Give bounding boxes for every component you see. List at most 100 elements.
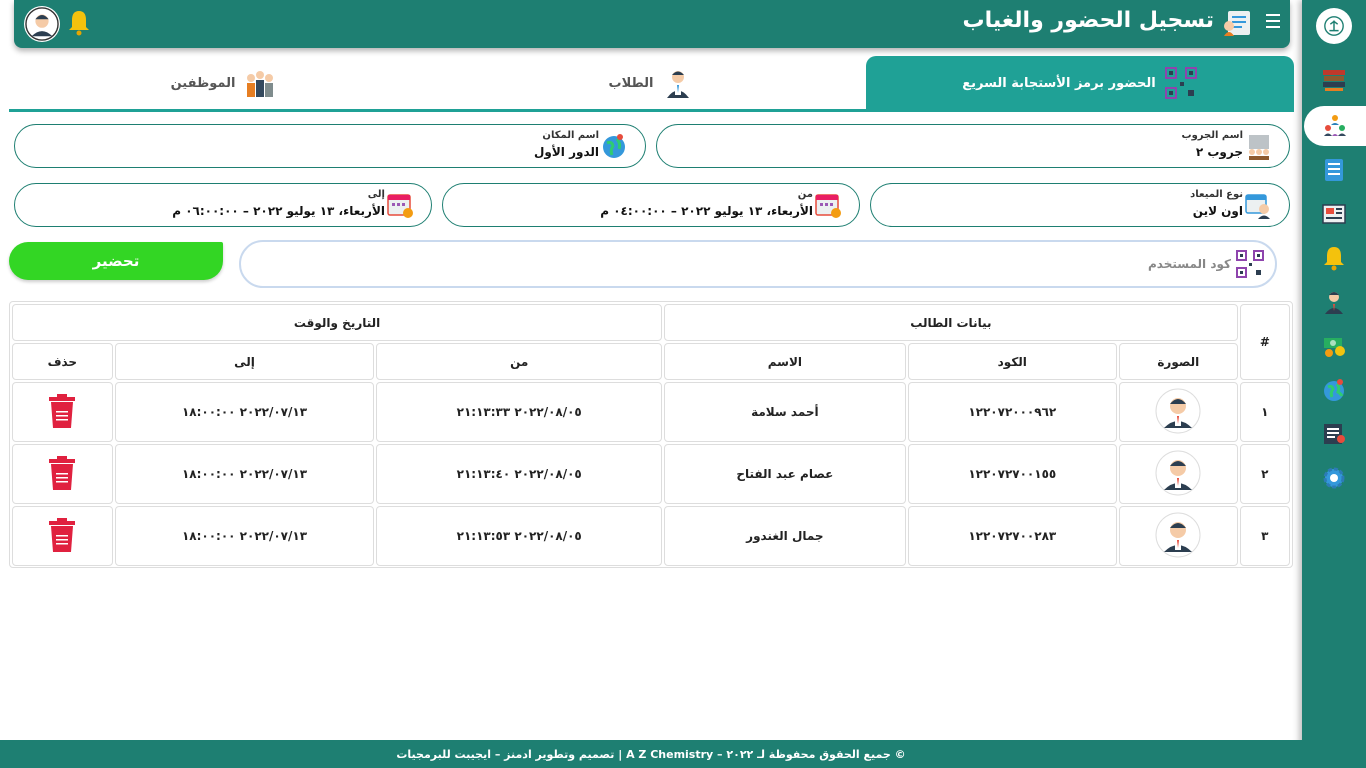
appointment-type-field: نوع الميعاد اون لاين	[870, 183, 1290, 227]
sidebar-item-news[interactable]	[1302, 194, 1366, 234]
sidebar-item-finance[interactable]	[1302, 326, 1366, 366]
checklist-icon	[1325, 159, 1343, 181]
footer: © جميع الحقوق محفوظة لـ ٢٠٢٢ – A Z Chemi…	[0, 740, 1302, 768]
globe-location-icon	[603, 134, 625, 158]
header-photo: الصورة	[1118, 343, 1238, 380]
table-row: ٢ ١٢٢٠٧٢٧٠٠١٥٥ عصام عبد الفتاح ٢٠٢٢/٠٨/٠…	[12, 444, 1290, 504]
group-label: اسم الجروب	[1181, 130, 1243, 141]
bell-icon	[1324, 247, 1344, 271]
row-code: ١٢٢٠٧٢٠٠٠٩٦٢	[907, 382, 1117, 442]
tab-students-label: الطلاب	[608, 75, 654, 91]
user-code-container	[239, 240, 1277, 288]
row-from: ٢٠٢٢/٠٨/٠٥ ٢١:١٣:٤٠	[376, 444, 663, 504]
qr-code-icon	[1236, 250, 1264, 278]
header-name: الاسم	[664, 343, 906, 380]
attendance-table: # بيانات الطالب التاريخ والوقت الصورة ال…	[9, 301, 1293, 568]
row-delete	[12, 444, 113, 504]
place-label: اسم المكان	[542, 130, 599, 141]
tab-qr-attendance-label: الحضور برمز الأستجابة السريع	[962, 75, 1156, 91]
header: تسجيل الحضور والغياب	[14, 0, 1290, 48]
row-photo	[1118, 382, 1238, 442]
header-code: الكود	[907, 343, 1117, 380]
row-to: ٢٠٢٢/٠٧/١٣ ١٨:٠٠:٠٠	[114, 382, 375, 442]
teacher-icon	[1325, 292, 1343, 314]
row-to: ٢٠٢٢/٠٧/١٣ ١٨:٠٠:٠٠	[114, 444, 375, 504]
calendar-clock-icon	[387, 194, 413, 218]
table-row: ٣ ١٢٢٠٧٢٧٠٠٢٨٣ جمال الغندور ٢٠٢٢/٠٨/٠٥ ٢…	[12, 506, 1290, 566]
row-photo	[1118, 506, 1238, 566]
header-datetime: التاريخ والوقت	[12, 304, 663, 341]
report-icon	[1324, 424, 1345, 444]
sidebar-logo[interactable]	[1316, 8, 1352, 44]
money-icon	[1324, 338, 1345, 357]
place-field: اسم المكان الدور الأول	[14, 124, 646, 168]
row-delete	[12, 506, 113, 566]
attend-button[interactable]: تحضير	[9, 242, 223, 280]
schedule-user-icon	[1245, 194, 1270, 219]
tabs: الحضور برمز الأستجابة السريع الطلاب المو…	[9, 56, 1294, 112]
table-row: ١ ١٢٢٠٧٢٠٠٠٩٦٢ أحمد سلامة ٢٠٢٢/٠٨/٠٥ ٢١:…	[12, 382, 1290, 442]
row-from: ٢٠٢٢/٠٨/٠٥ ٢١:١٣:٥٣	[376, 506, 663, 566]
settings-icon	[1323, 467, 1345, 489]
sidebar-item-teachers[interactable]	[1302, 282, 1366, 322]
row-number: ١	[1239, 382, 1290, 442]
sidebar-item-settings[interactable]	[1302, 458, 1366, 498]
page-title: تسجيل الحضور والغياب	[962, 8, 1214, 33]
header-from: من	[376, 343, 663, 380]
row-photo	[1118, 444, 1238, 504]
sidebar-item-notifications[interactable]	[1302, 238, 1366, 278]
row-code: ١٢٢٠٧٢٧٠٠٢٨٣	[907, 506, 1117, 566]
newspaper-icon	[1322, 204, 1346, 224]
notifications-bell-icon[interactable]	[64, 8, 94, 38]
student-avatar-icon	[1155, 512, 1201, 557]
student-avatar-icon	[1155, 450, 1201, 495]
logo-icon	[1324, 16, 1344, 36]
sidebar-item-books[interactable]	[1302, 60, 1366, 100]
from-field: من الأربعاء، ١٣ يوليو ٢٠٢٢ – ٠٤:٠٠:٠٠ م	[442, 183, 860, 227]
tab-qr-attendance[interactable]: الحضور برمز الأستجابة السريع	[866, 56, 1294, 110]
user-avatar-icon	[25, 7, 59, 41]
appointment-type-value: اون لاين	[1192, 204, 1243, 218]
tab-students[interactable]: الطلاب	[438, 56, 866, 110]
header-delete: حذف	[12, 343, 113, 380]
row-name: أحمد سلامة	[664, 382, 906, 442]
header-number: #	[1239, 304, 1290, 380]
sidebar-item-groups[interactable]	[1304, 106, 1366, 146]
group-field: اسم الجروب جروب ٢	[656, 124, 1290, 168]
delete-trash-icon[interactable]	[47, 455, 77, 491]
group-value: جروب ٢	[1195, 145, 1243, 159]
employees-icon	[247, 71, 274, 97]
appointment-type-label: نوع الميعاد	[1190, 189, 1243, 200]
to-label: إلى	[367, 189, 385, 200]
books-icon	[1323, 70, 1345, 91]
qr-code-icon	[1164, 67, 1197, 99]
menu-icon[interactable]	[1266, 14, 1280, 30]
to-value: الأربعاء، ١٣ يوليو ٢٠٢٢ – ٠٦:٠٠:٠٠ م	[172, 204, 385, 218]
globe-icon	[1324, 379, 1344, 401]
user-code-input[interactable]	[331, 252, 1231, 276]
row-name: عصام عبد الفتاح	[664, 444, 906, 504]
row-number: ٣	[1239, 506, 1290, 566]
tab-employees-label: الموظفين	[170, 75, 236, 91]
row-name: جمال الغندور	[664, 506, 906, 566]
header-to: إلى	[114, 343, 375, 380]
delete-trash-icon[interactable]	[47, 517, 77, 553]
row-delete	[12, 382, 113, 442]
from-label: من	[797, 189, 813, 200]
group-classroom-icon	[1249, 135, 1269, 160]
sidebar-item-places[interactable]	[1302, 370, 1366, 410]
calendar-clock-icon	[815, 194, 841, 218]
group-icon	[1324, 115, 1346, 136]
header-student-data: بيانات الطالب	[664, 304, 1238, 341]
place-value: الدور الأول	[533, 145, 599, 159]
delete-trash-icon[interactable]	[47, 393, 77, 429]
sidebar-item-reports[interactable]	[1302, 414, 1366, 454]
sidebar-item-attendance[interactable]	[1302, 150, 1366, 190]
user-avatar[interactable]	[24, 6, 60, 42]
student-avatar-icon	[1155, 388, 1201, 433]
tab-employees[interactable]: الموظفين	[10, 56, 438, 110]
row-number: ٢	[1239, 444, 1290, 504]
from-value: الأربعاء، ١٣ يوليو ٢٠٢٢ – ٠٤:٠٠:٠٠ م	[600, 204, 813, 218]
attendance-form-icon	[1224, 11, 1250, 36]
attendance-table-grid: # بيانات الطالب التاريخ والوقت الصورة ال…	[10, 302, 1292, 568]
